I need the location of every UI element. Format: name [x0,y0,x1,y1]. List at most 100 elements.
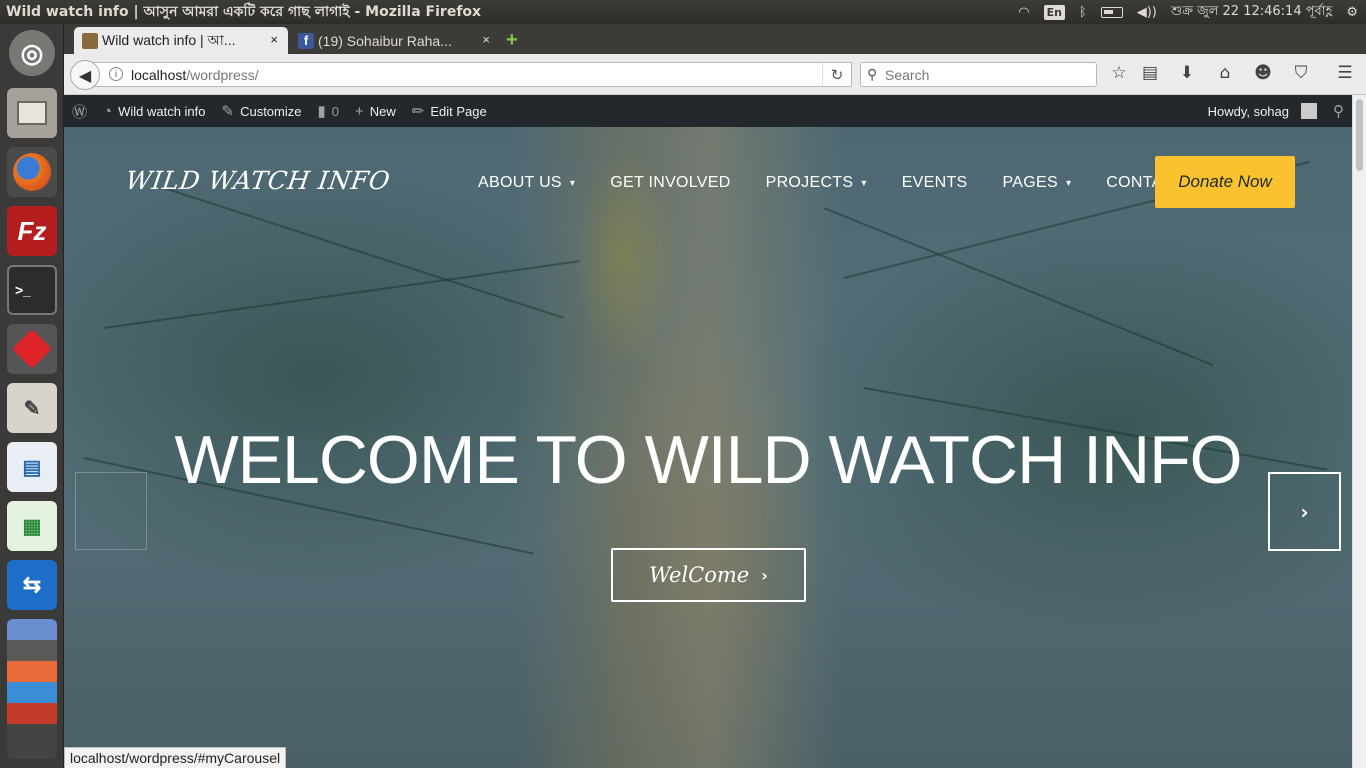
scrollbar-thumb[interactable] [1356,99,1363,171]
customize-link[interactable]: ✎ Customize [214,102,310,120]
libreoffice-calc-icon[interactable]: ▦ [7,501,57,551]
welcome-button[interactable]: WelCome › [611,548,806,602]
nav-item-pages[interactable]: PAGES ▾ [1003,174,1072,192]
plus-icon: + [355,102,364,120]
nav-item-projects[interactable]: PROJECTS ▾ [766,174,867,192]
howdy-label: Howdy, sohag [1207,103,1289,119]
nav-label: GET INVOLVED [610,174,731,191]
download-icon[interactable]: ⬇ [1176,63,1198,83]
close-icon[interactable]: × [270,32,278,47]
hello-chat-icon[interactable]: ☻ [1252,63,1274,83]
avatar [1301,103,1317,119]
tab-label: (19) Sohaibur Raha... [318,32,452,49]
tab-facebook[interactable]: f (19) Sohaibur Raha... × [290,27,500,54]
url-host: localhost [131,66,187,83]
welcome-label: WelCome [649,563,750,587]
edit-page-label: Edit Page [430,103,487,119]
home-icon[interactable]: ⌂ [1214,63,1236,83]
donate-button[interactable]: Donate Now [1155,156,1295,208]
search-icon: ⚲ [867,66,878,82]
menu-icon[interactable]: ☰ [1334,63,1356,83]
chevron-right-icon: › [1300,499,1309,524]
brush-icon: ✎ [221,103,235,120]
nav-label: EVENTS [901,174,968,191]
filezilla-icon[interactable]: Fz [7,206,57,256]
gear-icon[interactable]: ⚙ [1346,5,1358,20]
unity-launcher: ◎ Fz >_ ✎ ▤ ▦ ⇆ [0,24,64,768]
nav-item-about-us[interactable]: ABOUT US ▾ [478,174,575,192]
url-path: /wordpress/ [186,66,259,83]
new-content-link[interactable]: + New [347,103,404,120]
frond-decoration [103,260,580,329]
files-icon[interactable] [7,88,57,138]
url-bar[interactable]: i localhost/wordpress/ [84,62,852,87]
facebook-icon: f [298,33,314,49]
site-logo[interactable]: WILD WATCH INFO [124,166,392,195]
terminal-icon[interactable]: >_ [7,265,57,315]
battery-icon[interactable] [1100,6,1123,18]
nav-label: ABOUT US [478,174,562,191]
comments-count: 0 [331,103,339,119]
wp-admin-bar: Ⓦ ◔ Wild watch info ✎ Customize ▮ 0 + New ✏ E… [64,95,1352,127]
window-title: Wild watch info | আসুন আমরা একটি করে গাছ… [6,4,482,20]
navigation-toolbar: i localhost/wordpress/ ◀ ↻ ⚲ Search ☆ ▤ … [64,54,1366,95]
wordpress-icon: Ⓦ [72,103,88,121]
reload-icon: ↻ [830,65,844,84]
info-icon[interactable]: i [109,67,123,81]
edit-page-link[interactable]: ✏ Edit Page [404,102,495,120]
status-url-tooltip: localhost/wordpress/#myCarousel [64,747,287,768]
clock[interactable]: শুক্র জুল 22 12:46:14 পূর্বাহ্ণ [1171,2,1332,23]
nav-item-events[interactable]: EVENTS [902,174,968,192]
chevron-down-icon: ▾ [861,177,867,189]
search-input[interactable]: ⚲ Search [860,62,1097,87]
firefox-icon[interactable] [7,147,57,197]
search-icon: ⚲ [1333,103,1344,120]
back-button[interactable]: ◀ [70,60,100,90]
wifi-icon[interactable]: ◠ [1018,5,1029,20]
frond-decoration [163,187,564,319]
new-tab-button[interactable]: + [506,29,518,52]
hero-carousel: WILD WATCH INFO ABOUT US ▾ GET INVOLVED P… [64,127,1352,768]
system-tray: ◠ En ᛒ ◀)) শুক্র জুল 22 12:46:14 পূর্বাহ… [1018,2,1366,23]
carousel-prev-button[interactable] [75,472,147,550]
reload-button[interactable]: ↻ [822,62,852,87]
libreoffice-impress-icon[interactable]: ▤ [7,442,57,492]
site-name-link[interactable]: ◔ Wild watch info [95,103,213,120]
admin-search-button[interactable]: ⚲ [1325,102,1352,120]
tab-strip: Wild watch info | আ... × f (19) Sohaibur… [64,24,1366,54]
volume-icon[interactable]: ◀)) [1137,5,1157,20]
carousel-next-button[interactable]: › [1268,472,1341,551]
chevron-down-icon: ▾ [1065,177,1072,189]
tab-wild-watch-info[interactable]: Wild watch info | আ... × [74,27,288,54]
search-placeholder: Search [885,66,930,83]
pocket-icon[interactable]: ⛉ [1290,63,1312,83]
frond-decoration [823,207,1214,367]
page-scrollbar[interactable] [1352,95,1366,768]
keyboard-layout-indicator[interactable]: En [1043,4,1065,20]
bluetooth-icon[interactable]: ᛒ [1079,5,1087,20]
red-app-icon[interactable] [7,324,57,374]
new-label: New [369,103,396,119]
close-icon[interactable]: × [482,32,490,47]
chevron-down-icon: ▾ [569,177,576,189]
hero-title: WELCOME TO WILD WATCH INFO [174,422,1242,498]
teamviewer-icon[interactable]: ⇆ [7,560,57,610]
system-top-panel: Wild watch info | আসুন আমরা একটি করে গাছ… [0,0,1366,24]
bookmark-star-icon[interactable]: ☆ [1108,63,1130,83]
nav-label: PROJECTS [765,174,854,191]
pencil-icon: ✏ [411,103,425,120]
wp-logo-button[interactable]: Ⓦ [64,101,95,122]
text-editor-icon[interactable]: ✎ [7,383,57,433]
ubuntu-dash-icon[interactable]: ◎ [9,30,55,76]
chevron-right-icon: › [761,565,768,585]
stacked-apps-icon[interactable] [7,619,57,759]
site-favicon-icon [82,33,98,49]
comments-link[interactable]: ▮ 0 [310,102,348,120]
nav-item-get-involved[interactable]: GET INVOLVED [610,174,730,192]
dashboard-icon: ◔ [103,102,113,120]
back-arrow-icon: ◀ [78,65,92,85]
reading-list-icon[interactable]: ▤ [1139,63,1161,83]
nav-label: PAGES [1002,174,1058,191]
account-menu[interactable]: Howdy, sohag [1200,103,1325,119]
main-navigation: ABOUT US ▾ GET INVOLVED PROJECTS ▾ EVENTS … [478,174,1220,192]
